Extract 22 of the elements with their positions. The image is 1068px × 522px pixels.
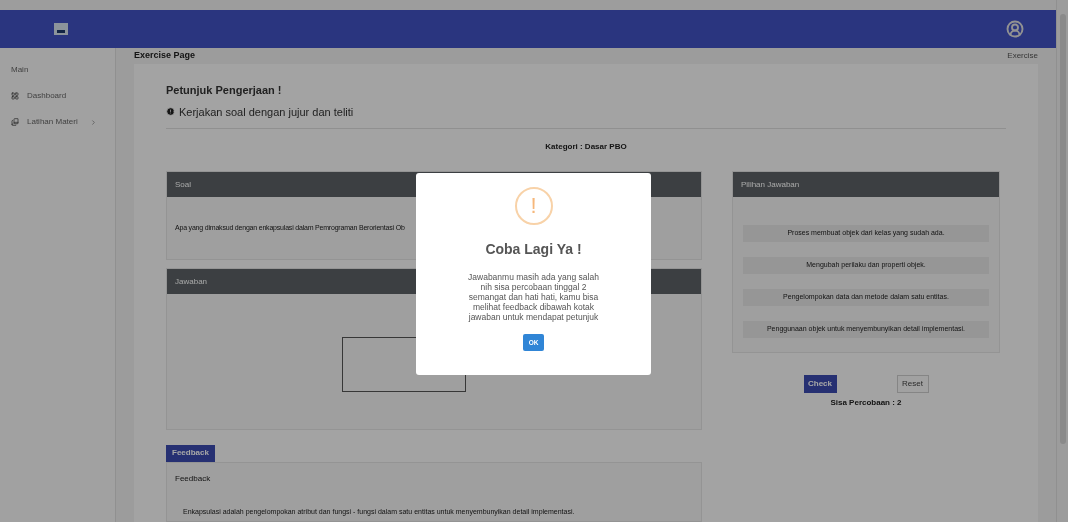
sidebar-section-label: Main bbox=[11, 64, 30, 76]
breadcrumb[interactable]: Exercise bbox=[1007, 50, 1038, 62]
reset-button[interactable]: Reset bbox=[896, 375, 929, 393]
warning-icon: ! bbox=[514, 187, 553, 225]
pages-icon bbox=[11, 118, 19, 126]
page-title: Exercise Page bbox=[134, 49, 196, 63]
panel-header: Pilihan Jawaban bbox=[733, 172, 999, 197]
check-button[interactable]: Check bbox=[803, 375, 837, 393]
sidebar-item[interactable]: Latihan Materi bbox=[11, 116, 104, 128]
info-icon bbox=[166, 107, 175, 117]
scrollbar[interactable] bbox=[1056, 0, 1068, 522]
dialog-title: Coba Lagi Ya ! bbox=[485, 240, 582, 259]
user-avatar-icon[interactable] bbox=[1006, 20, 1024, 38]
sidebar-item[interactable]: Dashboard bbox=[11, 90, 104, 102]
grid-icon bbox=[11, 92, 19, 100]
instruction-text: Kerjakan soal dengan jujur dan teliti bbox=[179, 104, 354, 120]
feedback-title: Feedback bbox=[175, 473, 212, 485]
attempts-remaining: Sisa Percobaan : 2 bbox=[830, 397, 902, 409]
feedback-button[interactable]: Feedback bbox=[166, 444, 215, 462]
instructions-title: Petunjuk Pengerjaan ! bbox=[166, 83, 283, 98]
category-label: Kategori : Dasar PBO bbox=[545, 141, 627, 153]
logo-icon[interactable] bbox=[54, 23, 68, 35]
